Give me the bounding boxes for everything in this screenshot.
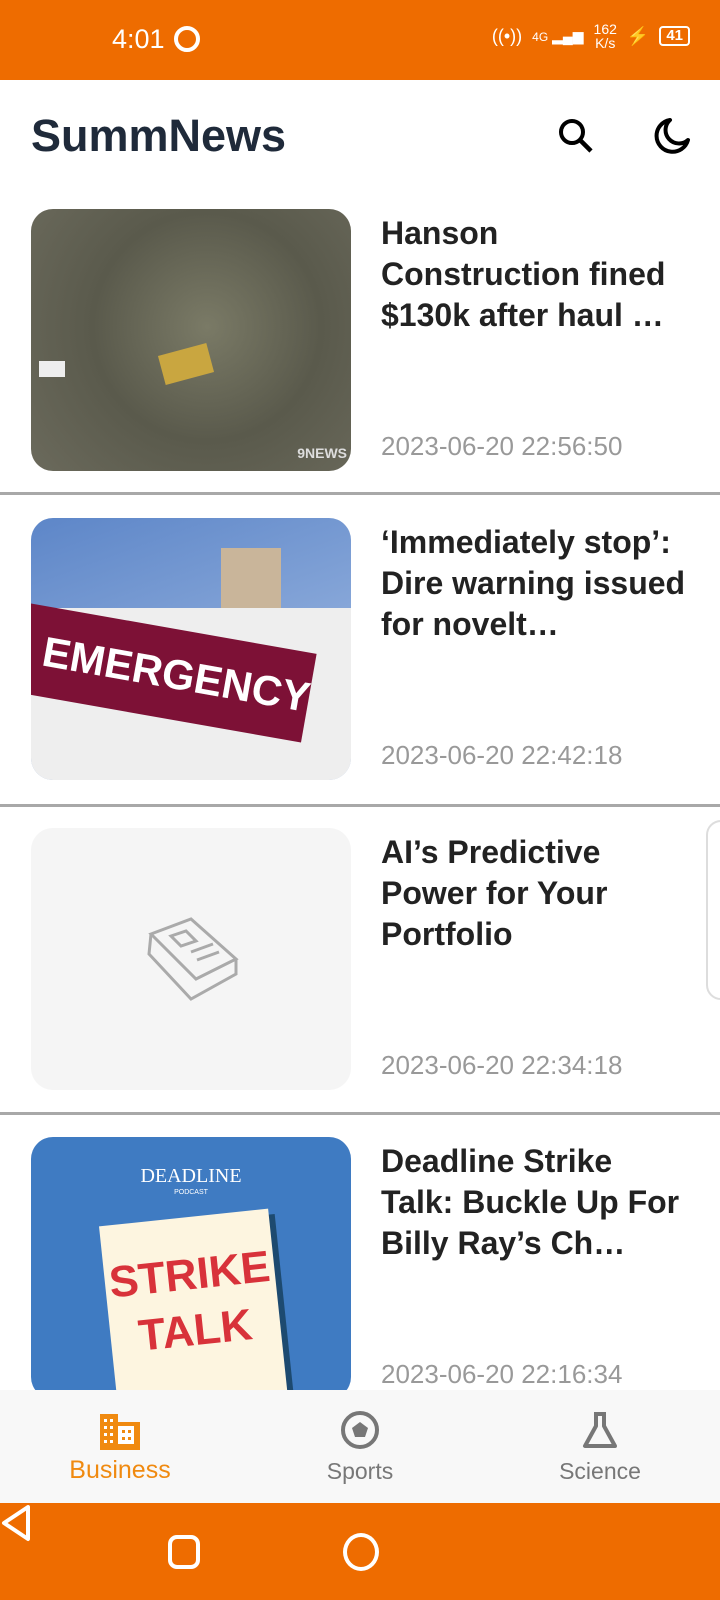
tab-business[interactable]: Business — [0, 1390, 240, 1503]
image-sign: STRIKE TALK — [99, 1208, 289, 1399]
article-title: Hanson Construction fined $130k after ha… — [381, 215, 666, 333]
recents-button[interactable] — [168, 1535, 200, 1569]
battery-indicator: 41 — [659, 26, 690, 46]
charging-icon: ⚡ — [626, 26, 650, 46]
article-item[interactable]: EMERGENCY ‘Immediately stop’: Dire warni… — [0, 518, 720, 818]
article-date: 2023-06-20 22:56:50 — [381, 431, 623, 461]
article-title: AI’s Predictive Power for Your Portfolio — [381, 834, 608, 952]
system-navigation-bar — [0, 1503, 720, 1600]
newspaper-icon — [147, 917, 239, 1001]
image-sub-text: PODCAST — [174, 1189, 208, 1196]
article-thumbnail: EMERGENCY — [31, 518, 351, 780]
tab-sports[interactable]: Sports — [240, 1390, 480, 1503]
bottom-navigation: Business Sports Science — [0, 1390, 720, 1503]
article-thumbnail: DEADLINE PODCAST STRIKE TALK — [31, 1137, 351, 1399]
soccer-ball-icon — [341, 1411, 379, 1449]
tab-science[interactable]: Science — [480, 1390, 720, 1503]
divider — [0, 804, 720, 807]
side-panel-handle[interactable] — [706, 820, 720, 1000]
signal-icon: 4G ▂▄▆ — [532, 27, 584, 44]
tab-label: Business — [69, 1456, 171, 1484]
app-notification-icon — [174, 26, 200, 52]
article-thumbnail-placeholder — [31, 828, 351, 1090]
article-date: 2023-06-20 22:42:18 — [381, 740, 623, 770]
status-time: 4:01 — [112, 24, 165, 54]
article-item[interactable]: AI’s Predictive Power for Your Portfolio… — [0, 828, 720, 1128]
net-speed: 162 K/s — [593, 21, 617, 51]
article-title: Deadline Strike Talk: Buckle Up For Bill… — [381, 1143, 680, 1261]
home-button[interactable] — [343, 1533, 379, 1571]
status-bar: 4:01 ((•)) 4G ▂▄▆ 162 K/s ⚡ 41 — [0, 0, 720, 80]
divider — [0, 492, 720, 495]
divider — [0, 1112, 720, 1115]
app-title: SummNews — [31, 110, 287, 161]
image-watermark: 9NEWS — [297, 445, 347, 461]
back-button[interactable] — [0, 1503, 34, 1543]
business-building-icon — [100, 1414, 140, 1450]
article-date: 2023-06-20 22:16:34 — [381, 1359, 623, 1389]
article-date: 2023-06-20 22:34:18 — [381, 1050, 623, 1080]
search-icon[interactable] — [554, 114, 598, 158]
hotspot-icon: ((•)) — [491, 26, 523, 46]
tab-label: Science — [559, 1458, 641, 1484]
moon-icon[interactable] — [650, 114, 694, 158]
app-header: SummNews — [0, 80, 720, 200]
article-item[interactable]: 9NEWS Hanson Construction fined $130k af… — [0, 209, 720, 509]
image-brand-text: DEADLINE — [140, 1165, 242, 1187]
tab-label: Sports — [326, 1458, 394, 1484]
article-thumbnail: 9NEWS — [31, 209, 351, 471]
flask-icon — [583, 1412, 617, 1448]
article-title: ‘Immediately stop’: Dire warning issued … — [381, 524, 686, 642]
